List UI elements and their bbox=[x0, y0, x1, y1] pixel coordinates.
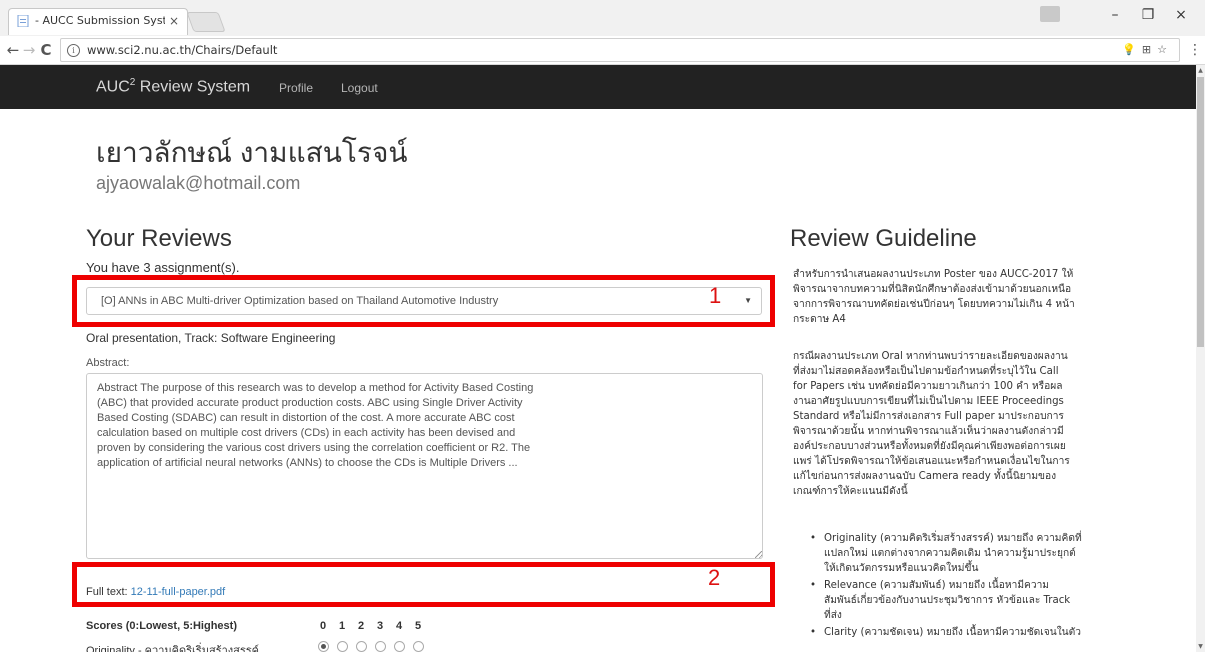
page-favicon-icon bbox=[17, 15, 29, 27]
guideline-line: พิจารณาจากบทความที่นิสิตนักศึกษาต้องส่งเ… bbox=[793, 284, 1072, 295]
guideline-line: งานอาศัยรูปแบบการเขียนที่ไม่เป็นไปตาม IE… bbox=[793, 396, 1064, 407]
guideline-line: กรณีผลงานประเภท Oral หากท่านพบว่ารายละเอ… bbox=[793, 351, 1068, 362]
score-column-5: 5 bbox=[415, 620, 422, 632]
review-guideline-heading: Review Guideline bbox=[790, 225, 977, 252]
criteria-item-relevance: Relevance (ความสัมพันธ์) หมายถึง เนื้อหา… bbox=[810, 578, 1180, 623]
scores-header: Scores (0:Lowest, 5:Highest) bbox=[86, 620, 237, 632]
criteria-definition-list: Originality (ความคิดริเริ่มสร้างสรรค์) ห… bbox=[810, 531, 1180, 642]
originality-radio-4[interactable] bbox=[394, 641, 405, 652]
brand-suffix: Review System bbox=[135, 78, 251, 96]
user-name: เยาวลักษณ์ งามแสนโรจน์ bbox=[96, 137, 408, 168]
originality-radio-1[interactable] bbox=[337, 641, 348, 652]
close-window-button[interactable]: × bbox=[1166, 4, 1196, 26]
score-column-2: 2 bbox=[358, 620, 365, 632]
minimize-button[interactable]: – bbox=[1100, 4, 1130, 26]
guideline-line: for Papers เช่น บทคัดย่อมีความยาวเกินกว่… bbox=[793, 381, 1063, 392]
url-text: www.sci2.nu.ac.th/Chairs/Default bbox=[87, 43, 278, 57]
guideline-paragraph-oral: กรณีผลงานประเภท Oral หากท่านพบว่ารายละเอ… bbox=[793, 349, 1179, 499]
criteria-item-originality: Originality (ความคิดริเริ่มสร้างสรรค์) ห… bbox=[810, 531, 1180, 576]
highlight-box-1 bbox=[72, 275, 775, 327]
criteria-line: Originality (ความคิดริเริ่มสร้างสรรค์) ห… bbox=[824, 533, 1082, 544]
guideline-line: เกณฑ์การให้คะแนนมีดังนี้ bbox=[793, 486, 908, 497]
guideline-line: ที่ส่งมาไม่สอดคล้องหรือเป็นไปตามข้อกำหนด… bbox=[793, 366, 1059, 377]
originality-radio-3[interactable] bbox=[375, 641, 386, 652]
site-navbar: AUC2 Review System Profile Logout bbox=[0, 65, 1196, 109]
scroll-down-icon[interactable]: ▼ bbox=[1196, 643, 1205, 650]
abstract-line: proven by considering the various cost d… bbox=[97, 442, 531, 454]
guideline-line: Standard หรือไม่มีการส่งเอกสาร Full pape… bbox=[793, 411, 1064, 422]
browser-tab[interactable]: - AUCC Submission Syste × bbox=[8, 8, 188, 35]
your-reviews-heading: Your Reviews bbox=[86, 225, 232, 252]
criteria-line: แปลกใหม่ แตกต่างจากความคิดเดิม นำความรู้… bbox=[824, 548, 1076, 559]
tab-title: - AUCC Submission Syste bbox=[35, 14, 165, 27]
abstract-line: (ABC) that provided accurate product pro… bbox=[97, 397, 523, 409]
guideline-line: กระดาษ A4 bbox=[793, 314, 846, 325]
guideline-line: แพร่ ได้โปรดพิจารณาให้ข้อเสนอแนะหรือกำหน… bbox=[793, 456, 1070, 467]
guideline-line: จากการพิจารณาบทคัดย่อเช่นปีก่อนๆ โดยบทคว… bbox=[793, 299, 1075, 310]
guideline-line: องค์ประกอบบางส่วนหรือทั้งหมดที่ยังมีคุณค… bbox=[793, 441, 1066, 452]
score-column-1: 1 bbox=[339, 620, 346, 632]
highlight-box-2 bbox=[72, 562, 775, 607]
reload-icon[interactable]: C bbox=[37, 40, 55, 60]
info-icon[interactable]: i bbox=[67, 44, 80, 57]
criteria-line: ที่ส่ง bbox=[824, 610, 842, 621]
highlight-number-2: 2 bbox=[708, 565, 721, 590]
score-column-4: 4 bbox=[396, 620, 403, 632]
guideline-paragraph-poster: สำหรับการนำเสนอผลงานประเภท Poster ของ AU… bbox=[793, 267, 1179, 327]
highlight-number-1: 1 bbox=[709, 283, 722, 308]
criteria-line: ให้เกิดนวัตกรรมหรือแนวคิดใหม่ขึ้น bbox=[824, 563, 979, 574]
page-scrollbar[interactable]: ▲ ▼ bbox=[1196, 65, 1205, 652]
originality-label: Originality - ความคิดริเริ่มสร้างสรรค์ bbox=[86, 645, 260, 652]
originality-radio-0[interactable] bbox=[318, 641, 329, 652]
guideline-line: สำหรับการนำเสนอผลงานประเภท Poster ของ AU… bbox=[793, 269, 1074, 280]
tab-close-icon[interactable]: × bbox=[169, 9, 179, 33]
originality-radio-5[interactable] bbox=[413, 641, 424, 652]
page-viewport: AUC2 Review System Profile Logout เยาวลั… bbox=[0, 65, 1196, 652]
scrollbar-thumb[interactable] bbox=[1197, 77, 1204, 347]
url-input[interactable]: i www.sci2.nu.ac.th/Chairs/Default 💡⊞☆ bbox=[60, 38, 1180, 62]
assignment-count: You have 3 assignment(s). bbox=[86, 260, 240, 275]
abstract-line: Based Costing (SDABC) can result in dist… bbox=[97, 412, 515, 424]
score-column-0: 0 bbox=[320, 620, 327, 632]
criteria-line: Relevance (ความสัมพันธ์) หมายถึง เนื้อหา… bbox=[824, 580, 1049, 591]
textarea-resize-handle[interactable] bbox=[755, 551, 762, 558]
new-tab-button[interactable] bbox=[186, 12, 226, 32]
guideline-line: พิจารณาด้วยนั้น หากท่านพิจารณาแล้วเห็นว่… bbox=[793, 426, 1064, 437]
address-bar: ← → C i www.sci2.nu.ac.th/Chairs/Default… bbox=[0, 36, 1205, 65]
criteria-item-clarity: Clarity (ความชัดเจน) หมายถึง เนื้อหามีคว… bbox=[810, 625, 1180, 640]
browser-menu-icon[interactable]: ⋮ bbox=[1188, 40, 1202, 60]
guideline-line: แก้ไขก่อนการส่งผลงานฉบับ Camera ready ทั… bbox=[793, 471, 1057, 482]
criteria-line: สัมพันธ์เกี่ยวข้องกับงานประชุมวิชาการ หั… bbox=[824, 595, 1071, 606]
brand-prefix: AUC bbox=[96, 78, 130, 96]
maximize-button[interactable]: ❐ bbox=[1133, 4, 1163, 26]
nav-logout-link[interactable]: Logout bbox=[341, 81, 378, 95]
score-column-3: 3 bbox=[377, 620, 384, 632]
omnibox-action-icons[interactable]: 💡⊞☆ bbox=[1122, 39, 1173, 61]
abstract-line: Abstract The purpose of this research wa… bbox=[97, 382, 534, 394]
brand-link[interactable]: AUC2 Review System bbox=[96, 77, 250, 96]
track-info: Oral presentation, Track: Software Engin… bbox=[86, 331, 336, 345]
abstract-textarea[interactable]: Abstract The purpose of this research wa… bbox=[86, 373, 763, 559]
abstract-label: Abstract: bbox=[86, 357, 130, 369]
nav-profile-link[interactable]: Profile bbox=[279, 81, 313, 95]
profile-icon[interactable] bbox=[1040, 6, 1060, 22]
browser-titlebar: - AUCC Submission Syste × – ❐ × bbox=[0, 0, 1205, 36]
abstract-line: application of artificial neural network… bbox=[97, 457, 518, 469]
originality-radio-2[interactable] bbox=[356, 641, 367, 652]
user-email: ajyaowalak@hotmail.com bbox=[96, 173, 301, 193]
abstract-line: calculation based on multiple cost drive… bbox=[97, 427, 516, 439]
forward-arrow-icon[interactable]: → bbox=[20, 40, 38, 60]
scroll-up-icon[interactable]: ▲ bbox=[1196, 67, 1205, 74]
criteria-line: Clarity (ความชัดเจน) หมายถึง เนื้อหามีคว… bbox=[824, 627, 1081, 638]
